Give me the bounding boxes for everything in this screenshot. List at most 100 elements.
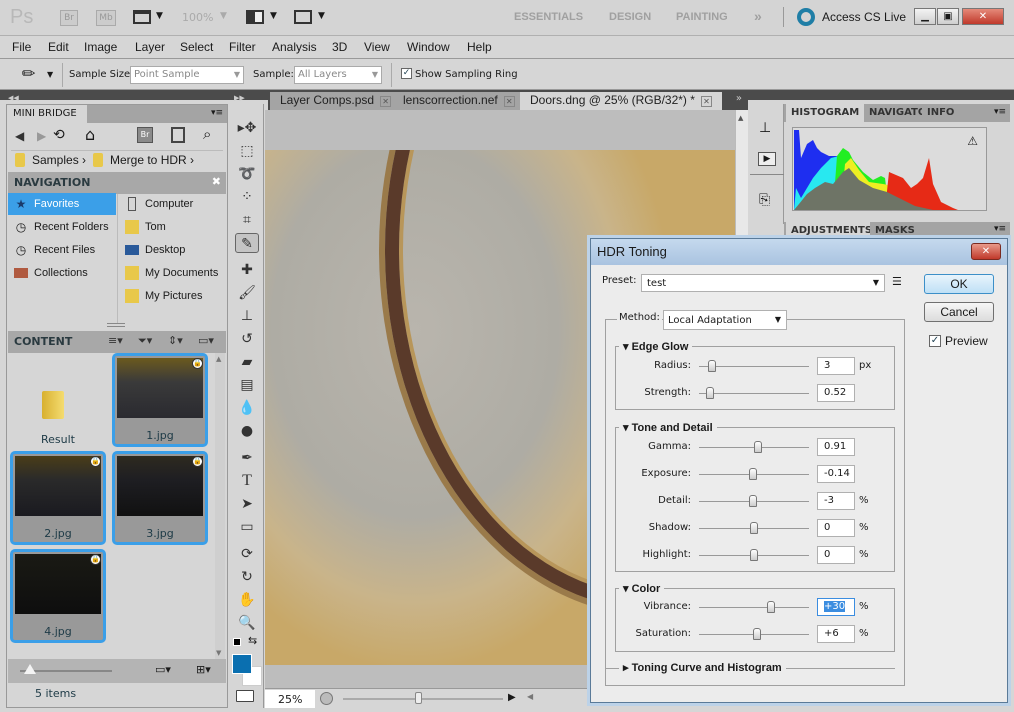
menu-file[interactable]: File xyxy=(12,40,31,54)
pen-tool-icon[interactable]: ✒ xyxy=(235,448,259,468)
menu-layer[interactable]: Layer xyxy=(135,40,165,54)
content-scrollbar[interactable]: ▲ ▼ xyxy=(215,353,225,659)
nav-collections[interactable]: Collections xyxy=(8,262,116,284)
quick-mask-icon[interactable] xyxy=(236,690,254,702)
slider-thumb[interactable] xyxy=(24,664,36,674)
sort-list-icon[interactable]: ≡▾ xyxy=(108,334,123,347)
color-header[interactable]: ▾ Color xyxy=(619,582,665,595)
item-label[interactable]: Result xyxy=(8,433,108,446)
actions-icon[interactable]: ▶ xyxy=(758,152,776,166)
history-icon[interactable]: ⎘ xyxy=(759,192,770,208)
preset-options-icon[interactable]: ☰ xyxy=(892,275,902,288)
menu-image[interactable]: Image xyxy=(84,40,117,54)
minimize-button[interactable]: ▁ xyxy=(914,8,936,25)
view-extras-icon[interactable] xyxy=(133,10,151,24)
chevron-down-icon[interactable]: ▼ xyxy=(156,11,163,21)
tab-mini-bridge[interactable]: MINI BRIDGE xyxy=(7,105,87,123)
crop-tool-icon[interactable]: ⌗ xyxy=(235,210,259,230)
recent-icon[interactable]: ⟲ xyxy=(53,127,65,143)
workspace-essentials[interactable]: ESSENTIALS xyxy=(514,11,583,23)
preview-checkbox[interactable]: ✓ xyxy=(929,335,941,347)
status-menu-arrow-icon[interactable]: ▶ xyxy=(508,692,516,703)
zoom-slider-thumb[interactable] xyxy=(415,692,422,704)
nav-favorites[interactable]: ★ Favorites xyxy=(8,193,116,215)
nav-tom[interactable]: Tom xyxy=(119,216,225,238)
strength-slider[interactable] xyxy=(699,393,809,394)
marquee-tool-icon[interactable]: ⬚ xyxy=(235,141,259,161)
arrange-documents-icon[interactable] xyxy=(246,10,264,24)
more-workspaces-icon[interactable]: » xyxy=(754,8,762,24)
highlight-slider-thumb[interactable] xyxy=(750,549,758,561)
close-button[interactable]: ✕ xyxy=(962,8,1004,25)
menu-edit[interactable]: Edit xyxy=(48,40,69,54)
zoom-level-dropdown[interactable]: 100% xyxy=(182,11,213,24)
close-tab-icon[interactable]: ✕ xyxy=(503,96,515,107)
close-tab-icon[interactable]: ✕ xyxy=(700,96,712,107)
more-tabs-icon[interactable]: » xyxy=(736,93,742,104)
thumbnail-item[interactable]: 🔒 4.jpg xyxy=(10,549,106,643)
ok-button[interactable]: OK xyxy=(924,274,994,294)
folder-icon[interactable] xyxy=(42,391,64,419)
radius-input[interactable]: 3 xyxy=(817,357,855,375)
tab-masks[interactable]: MASKS xyxy=(870,222,920,238)
cs-live-icon[interactable] xyxy=(797,8,815,26)
go-to-bridge-icon[interactable]: Br xyxy=(137,127,153,143)
nav-recent-folders[interactable]: ◷ Recent Folders xyxy=(8,216,116,238)
close-tab-icon[interactable]: ✕ xyxy=(380,96,392,107)
scroll-up-icon[interactable]: ▲ xyxy=(738,114,743,122)
saturation-input[interactable]: +6 xyxy=(817,625,855,643)
panel-menu-icon[interactable]: ▾≡ xyxy=(994,224,1006,234)
tab-adjustments[interactable]: ADJUSTMENTS xyxy=(786,222,878,238)
workspace-design[interactable]: DESIGN xyxy=(609,11,651,23)
edge-glow-header[interactable]: ▾ Edge Glow xyxy=(619,340,693,353)
launch-bridge-button[interactable]: Br xyxy=(60,10,78,26)
menu-view[interactable]: View xyxy=(364,40,390,54)
default-colors-icon[interactable] xyxy=(233,638,241,646)
sort-order-icon[interactable]: ⇕▾ xyxy=(168,334,183,347)
panel-collapse-bar[interactable]: ◀◀ xyxy=(0,90,230,102)
tab-info[interactable]: INFO xyxy=(922,104,960,122)
tab-navigator[interactable]: NAVIGATO xyxy=(864,104,922,122)
resize-handle[interactable] xyxy=(107,323,125,327)
eyedropper-tool-icon[interactable]: ✎ xyxy=(235,233,259,253)
zoom-field[interactable]: 25% xyxy=(265,690,315,708)
cs-live-link[interactable]: Access CS Live xyxy=(822,10,906,24)
expand-icon[interactable]: ▶▶ xyxy=(230,94,245,102)
panel-menu-icon[interactable]: ▾≡ xyxy=(994,107,1006,117)
zoom-tool-icon[interactable]: 🔍 xyxy=(235,613,259,633)
quick-selection-tool-icon[interactable]: ⁘ xyxy=(235,187,259,207)
gamma-slider-thumb[interactable] xyxy=(754,441,763,453)
tools-icon[interactable]: ▭▾ xyxy=(198,334,214,347)
method-dropdown[interactable]: Local Adaptation ▼ xyxy=(663,310,787,330)
vibrance-input[interactable]: +30 xyxy=(817,598,855,616)
scroll-left-icon[interactable]: ◀ xyxy=(527,692,533,701)
nav-computer[interactable]: Computer xyxy=(119,193,225,215)
tab-doors[interactable]: Doors.dng @ 25% (RGB/32*) * ✕ xyxy=(520,92,722,110)
tools-collapse-bar[interactable]: ▶▶ xyxy=(230,90,268,102)
3d-rotate-tool-icon[interactable]: ⟳ xyxy=(235,544,259,564)
tab-layer-comps[interactable]: Layer Comps.psd ✕ xyxy=(270,92,402,110)
nav-recent-files[interactable]: ◷ Recent Files xyxy=(8,239,116,261)
panel-menu-icon[interactable]: ▾≡ xyxy=(211,108,223,118)
nav-my-pictures[interactable]: My Pictures xyxy=(119,285,225,307)
tab-histogram[interactable]: HISTOGRAM xyxy=(786,104,865,122)
monitor-icon[interactable]: ▭▾ xyxy=(155,663,171,676)
vibrance-slider[interactable] xyxy=(699,607,809,608)
menu-select[interactable]: Select xyxy=(180,40,213,54)
launch-mini-bridge-button[interactable]: Mb xyxy=(96,10,116,26)
eyedropper-icon[interactable]: ✎ xyxy=(17,62,40,85)
brush-tool-icon[interactable]: 🖌 xyxy=(235,283,259,303)
breadcrumb-samples[interactable]: Samples › xyxy=(32,153,86,167)
cancel-button[interactable]: Cancel xyxy=(924,302,994,322)
tab-lenscorrection[interactable]: lenscorrection.nef ✕ xyxy=(393,92,525,110)
collapse-icon[interactable]: ◀◀ xyxy=(0,94,19,102)
saturation-slider-thumb[interactable] xyxy=(753,628,762,640)
exposure-slider-thumb[interactable] xyxy=(748,468,757,480)
toning-curve-header[interactable]: ▸ Toning Curve and Histogram xyxy=(619,661,786,674)
tool-preset-dropdown[interactable]: ▼ xyxy=(47,70,53,79)
zoom-slider[interactable] xyxy=(343,698,503,700)
detail-slider-thumb[interactable] xyxy=(748,495,757,507)
panel-view-icon[interactable] xyxy=(171,127,185,143)
maximize-button[interactable]: ▣ xyxy=(937,8,959,25)
sample-size-dropdown[interactable]: Point Sample ▼ xyxy=(130,66,244,84)
